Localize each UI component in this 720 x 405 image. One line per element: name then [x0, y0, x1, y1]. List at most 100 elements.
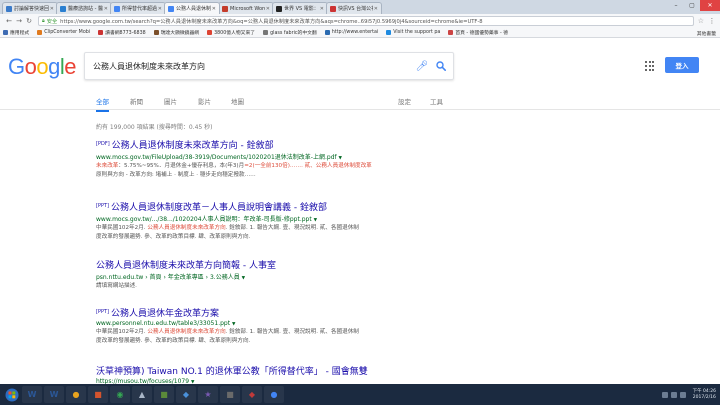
search-button[interactable]: [429, 61, 453, 71]
snippet-highlight: 未來改革: [96, 163, 119, 169]
tab-close-icon[interactable]: ✕: [212, 6, 216, 12]
minimize-icon[interactable]: –: [668, 0, 684, 11]
bookmark-star-icon[interactable]: ☆: [698, 17, 704, 25]
search-result: 沃草神預算) Taiwan NO.1 的退休軍公教「所得替代率」 - 國會無雙 h…: [96, 364, 496, 385]
bookmark-item[interactable]: Visit the support pa: [386, 30, 440, 35]
apps-grid-icon[interactable]: [645, 61, 655, 71]
search-input[interactable]: [93, 61, 415, 71]
tab-label: 世界 VS 電影：美國觀眾: [284, 6, 319, 12]
snippet-text: ：5.75%~95%: [118, 163, 159, 169]
taskbar-app-icon[interactable]: ◉: [110, 386, 130, 403]
result-filetype-tag: [PPT]: [96, 309, 109, 315]
microphone-icon[interactable]: 🎤︎: [415, 61, 429, 72]
taskbar-app-icon[interactable]: ◆: [242, 386, 262, 403]
result-menu-icon[interactable]: ▼: [314, 218, 317, 223]
tab-label: 所得替代率超過100%: [122, 6, 157, 12]
result-url: www.personnel.ntu.edu.tw/table3/33051.pp…: [96, 320, 496, 327]
tab-close-icon[interactable]: ✕: [374, 6, 378, 12]
tab-tools[interactable]: 工具: [430, 96, 443, 106]
bookmark-item[interactable]: glass fabric的中文翻: [263, 29, 317, 36]
result-snippet: 中華民國102年2月. 公務人員退休制度未來改革方向. 銓敘部. 1. 報告大綱…: [96, 328, 426, 345]
result-url: psn.nttu.edu.tw › 首頁 › 年金改革專區 › 3.公務人員 ▼: [96, 272, 496, 281]
taskbar-app-icon[interactable]: ●: [264, 386, 284, 403]
bookmark-item[interactable]: 3800億人物又來了: [207, 29, 255, 36]
tab-news[interactable]: 新聞: [130, 96, 143, 106]
browser-tab[interactable]: 世界 VS 電影：美國觀眾✕: [272, 2, 328, 14]
bookmark-item[interactable]: 應用程式: [3, 29, 29, 36]
bookmark-favicon-icon: [448, 30, 454, 35]
result-title[interactable]: [PDF] 公務人員退休制度未來改革方向 - 銓敘部: [96, 138, 496, 151]
flag-icon[interactable]: [679, 391, 686, 398]
bookmark-item[interactable]: 瑞達大顯微鏡器網: [153, 29, 199, 36]
other-bookmarks[interactable]: 其他書籤: [697, 30, 716, 37]
close-icon[interactable]: ✕: [700, 0, 720, 11]
lock-icon: 🔒︎: [42, 17, 45, 24]
volume-icon[interactable]: [670, 391, 677, 398]
bookmark-item[interactable]: 首頁 - 德國優勢藥事 - 德: [448, 29, 508, 36]
bookmark-item[interactable]: ClipConverter Mobi: [37, 30, 90, 35]
tab-settings[interactable]: 設定: [398, 96, 411, 106]
browser-tab[interactable]: 討論解答快速回覆 - Mo✕: [2, 2, 58, 14]
result-title[interactable]: 沃草神預算) Taiwan NO.1 的退休軍公教「所得替代率」 - 國會無雙: [96, 364, 496, 377]
result-snippet: 請填寫網站描述.: [96, 282, 426, 291]
snippet-highlight: =2(一全前130倍)……. 貳、公務人員退休制度改革: [244, 163, 372, 169]
result-title[interactable]: [PPT] 公務人員退休年金改革方案: [96, 306, 496, 319]
reload-icon[interactable]: ↻: [24, 17, 34, 25]
tab-close-icon[interactable]: ✕: [104, 6, 108, 12]
tab-favicon-icon: [276, 5, 282, 12]
start-button[interactable]: [2, 386, 22, 404]
taskbar-app-icon[interactable]: ●: [66, 386, 86, 403]
taskbar-app-icon[interactable]: ◆: [176, 386, 196, 403]
back-icon[interactable]: ←: [4, 17, 14, 25]
browser-tab[interactable]: 所得替代率超過100%✕: [110, 2, 166, 14]
tab-favicon-icon: [6, 5, 12, 12]
tab-close-icon[interactable]: ✕: [50, 6, 54, 12]
taskbar-app-icon[interactable]: ■: [154, 386, 174, 403]
tab-videos[interactable]: 影片: [198, 96, 211, 106]
sign-in-button[interactable]: 登入: [665, 57, 699, 73]
snippet-text: 中華民國102年2月.: [96, 329, 148, 335]
tab-favicon-icon: [222, 5, 228, 12]
bookmark-favicon-icon: [207, 30, 213, 35]
bookmark-item[interactable]: http://www.entertai: [324, 30, 378, 35]
network-icon[interactable]: [661, 391, 668, 398]
taskbar-app-icon[interactable]: W: [44, 386, 64, 403]
bookmark-favicon-icon: [153, 30, 159, 35]
tab-maps[interactable]: 地圖: [231, 96, 244, 106]
tab-images[interactable]: 圖片: [164, 96, 177, 106]
taskbar-app-icon[interactable]: W: [22, 386, 42, 403]
browser-tab[interactable]: Microsoft Word - 公務✕: [218, 2, 274, 14]
browser-tab-strip: 討論解答快速回覆 - Mo✕醫療諮詢站 - 醫藥工作✕所得替代率超過100%✕公…: [0, 0, 720, 14]
snippet-highlight: 公務人員退休制度未來改革方向: [147, 329, 226, 335]
result-title-text: 沃草神預算) Taiwan NO.1 的退休軍公教「所得替代率」 - 國會無雙: [96, 367, 368, 377]
menu-icon[interactable]: ⋮: [708, 17, 716, 25]
browser-toolbar: ← → ↻ 🔒︎ 安全 https://www.google.com.tw/se…: [0, 14, 720, 28]
result-menu-icon[interactable]: ▼: [339, 156, 342, 161]
taskbar-app-icon[interactable]: ■: [88, 386, 108, 403]
result-menu-icon[interactable]: ▼: [232, 322, 235, 327]
tab-close-icon[interactable]: ✕: [158, 6, 162, 12]
tab-close-icon[interactable]: ✕: [266, 6, 270, 12]
result-title[interactable]: [PPT] 公務人員退休制度改革－人事人員說明會講義 - 銓敘部: [96, 200, 496, 213]
bookmark-item[interactable]: 讀書網8773-6838: [98, 29, 146, 36]
taskbar-app-icon[interactable]: ■: [220, 386, 240, 403]
snippet-text: 度改革的發展趨勢. 參、改革的政策目標. 肆、改革原則與方向.: [96, 337, 251, 344]
forward-icon[interactable]: →: [14, 17, 24, 25]
browser-tab[interactable]: 醫療諮詢站 - 醫藥工作✕: [56, 2, 112, 14]
address-bar[interactable]: 🔒︎ 安全 https://www.google.com.tw/search?q…: [38, 16, 694, 26]
clock[interactable]: 下午 04:26 2017/2/16: [693, 389, 716, 400]
maximize-icon[interactable]: ▢: [684, 0, 700, 11]
tab-close-icon[interactable]: ✕: [320, 6, 324, 12]
search-result: [PDF] 公務人員退休制度未來改革方向 - 銓敘部 www.mocs.gov.tw…: [96, 138, 496, 179]
result-title[interactable]: 公務人員退休制度未來改革方向簡報 - 人事室: [96, 258, 496, 271]
browser-tab[interactable]: 公務人員退休制度未來改✕: [164, 2, 220, 14]
google-logo[interactable]: Google: [8, 54, 77, 80]
browser-tab[interactable]: 快訊VS 台灣公視新聞✕: [326, 2, 382, 14]
tab-all[interactable]: 全部: [96, 96, 109, 112]
url-text: https://www.google.com.tw/search?q=公務人員退…: [60, 18, 483, 25]
taskbar-app-icon[interactable]: ★: [198, 386, 218, 403]
bookmark-favicon-icon: [386, 30, 392, 35]
taskbar-app-icon[interactable]: ▲: [132, 386, 152, 403]
tab-label: 快訊VS 台灣公視新聞: [338, 6, 373, 12]
result-menu-icon[interactable]: ▼: [242, 276, 245, 281]
